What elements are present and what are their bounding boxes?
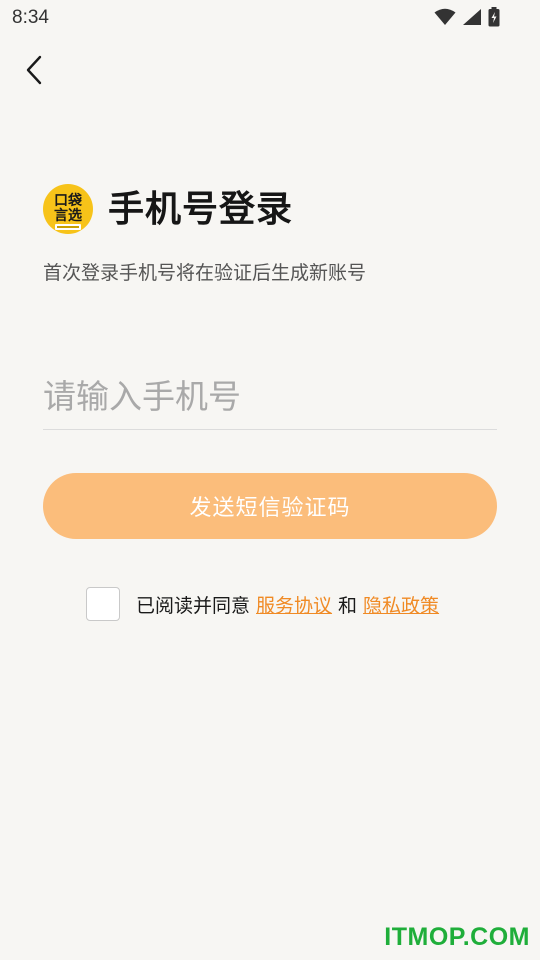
privacy-policy-link[interactable]: 隐私政策: [363, 591, 439, 618]
agree-checkbox[interactable]: [86, 587, 120, 621]
watermark: ITMOP.COM: [384, 923, 530, 951]
service-agreement-link[interactable]: 服务协议: [256, 591, 332, 618]
page-subtitle: 首次登录手机号将在验证后生成新账号: [43, 262, 367, 284]
signal-icon: [463, 9, 481, 25]
chevron-left-icon: [26, 55, 42, 85]
battery-icon: [488, 7, 500, 27]
agreement-prefix: 已阅读并同意: [136, 594, 251, 617]
agreement-row: 已阅读并同意 服务协议 和 隐私政策: [86, 586, 439, 622]
phone-input[interactable]: [43, 365, 497, 427]
svg-text:口袋: 口袋: [54, 192, 83, 209]
agreement-and: 和: [338, 594, 358, 617]
send-sms-code-button[interactable]: 发送短信验证码: [43, 473, 497, 539]
status-icons: [434, 6, 500, 28]
page-title: 手机号登录: [108, 189, 294, 230]
app-logo: 口袋 言选: [42, 183, 94, 235]
wifi-icon: [434, 8, 456, 25]
status-bar: 8:34: [0, 0, 540, 36]
svg-text:言选: 言选: [54, 207, 82, 224]
status-time: 8:34: [12, 7, 49, 28]
phone-input-container: [43, 365, 497, 430]
back-button[interactable]: [14, 50, 54, 90]
